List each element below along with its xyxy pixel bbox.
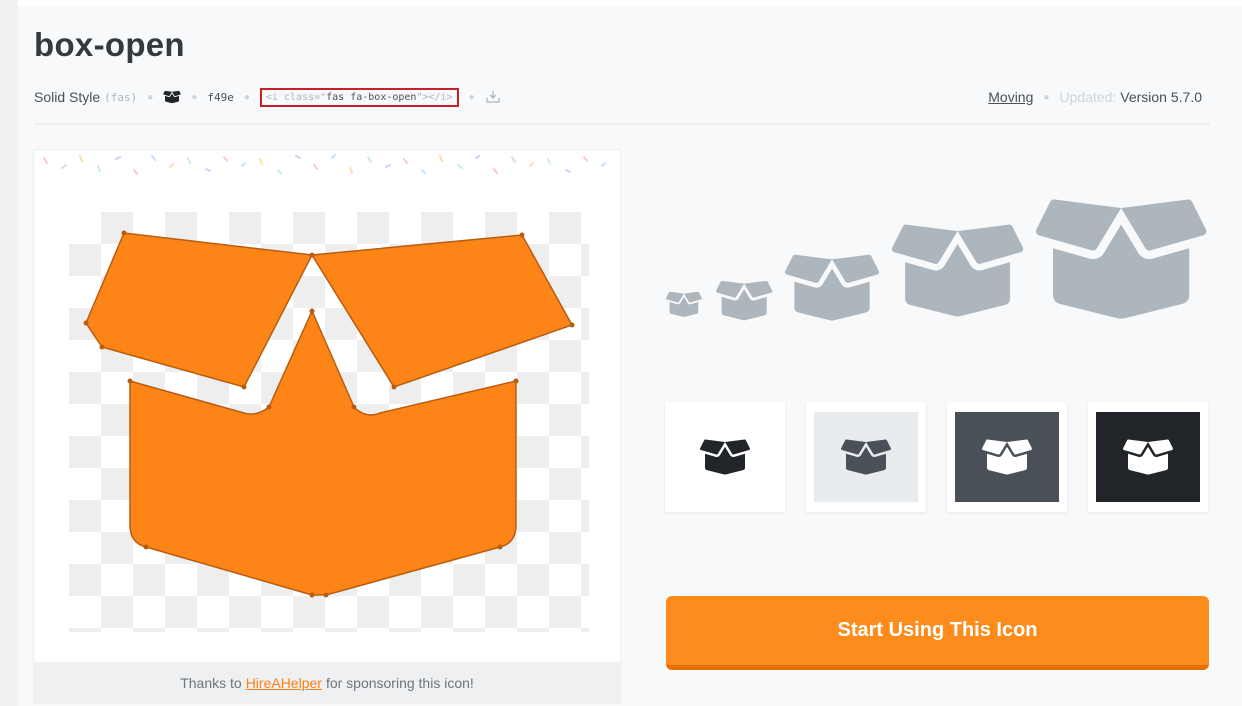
box-open-icon xyxy=(982,439,1032,475)
swatch-light-bg xyxy=(814,412,918,502)
swatch-white-bg xyxy=(673,412,777,502)
swatch-black[interactable] xyxy=(1088,402,1208,512)
box-open-icon-xs xyxy=(665,291,702,317)
header-divider xyxy=(34,123,1210,125)
icon-meta-right: Moving ● Updated: Version 5.7.0 xyxy=(988,86,1202,108)
box-open-icon xyxy=(1123,439,1173,475)
unicode-value[interactable]: f49e xyxy=(207,91,234,104)
icon-size-previews xyxy=(665,199,1207,321)
box-open-icon xyxy=(841,439,891,475)
sprinkles-pattern xyxy=(43,154,606,175)
icon-preview-panel: Thanks to HireAHelper for sponsoring thi… xyxy=(33,149,621,704)
swatch-light[interactable] xyxy=(806,402,926,512)
html-snippet-class: fas fa-box-open xyxy=(326,91,417,103)
separator-dot: ● xyxy=(147,91,154,103)
separator-dot: ● xyxy=(243,91,250,103)
color-swatches xyxy=(665,402,1210,512)
start-using-icon-button[interactable]: Start Using This Icon xyxy=(666,596,1209,670)
download-icon[interactable] xyxy=(485,89,501,105)
sponsor-link[interactable]: HireAHelper xyxy=(246,675,322,691)
left-rail xyxy=(0,0,18,706)
box-open-icon xyxy=(700,439,750,475)
swatch-black-bg xyxy=(1096,412,1200,502)
icon-detail-page: box-open Solid Style (fas) ● ● f49e ● <i… xyxy=(18,6,1242,706)
separator-dot: ● xyxy=(1043,91,1050,103)
swatch-dark-bg xyxy=(955,412,1059,502)
separator-dot: ● xyxy=(191,91,198,103)
sponsor-bar: Thanks to HireAHelper for sponsoring thi… xyxy=(34,662,620,704)
style-prefix: (fas) xyxy=(104,90,138,104)
version-value: Version 5.7.0 xyxy=(1120,89,1202,105)
page-title: box-open xyxy=(34,26,185,63)
html-snippet-open: <i class=" xyxy=(265,91,327,103)
separator-dot: ● xyxy=(468,91,475,103)
box-open-icon-sm xyxy=(715,280,773,321)
swatch-white[interactable] xyxy=(665,402,785,512)
html-snippet-close: "></i> xyxy=(416,91,453,103)
updated-label: Updated: xyxy=(1059,89,1117,105)
box-open-icon-xl xyxy=(1035,199,1207,319)
box-open-icon[interactable] xyxy=(163,90,182,104)
box-open-preview-icon xyxy=(83,230,575,598)
icon-meta-bar: Solid Style (fas) ● ● f49e ● <i class="f… xyxy=(34,86,501,108)
sponsor-text-post: for sponsoring this icon! xyxy=(325,675,474,691)
sponsor-text-pre: Thanks to xyxy=(180,675,242,691)
html-snippet[interactable]: <i class="fas fa-box-open"></i> xyxy=(259,87,459,107)
style-label: Solid Style xyxy=(34,89,101,105)
swatch-dark[interactable] xyxy=(947,402,1067,512)
category-link[interactable]: Moving xyxy=(988,89,1033,105)
box-open-icon-md xyxy=(784,254,880,321)
box-open-icon-lg xyxy=(891,224,1024,317)
